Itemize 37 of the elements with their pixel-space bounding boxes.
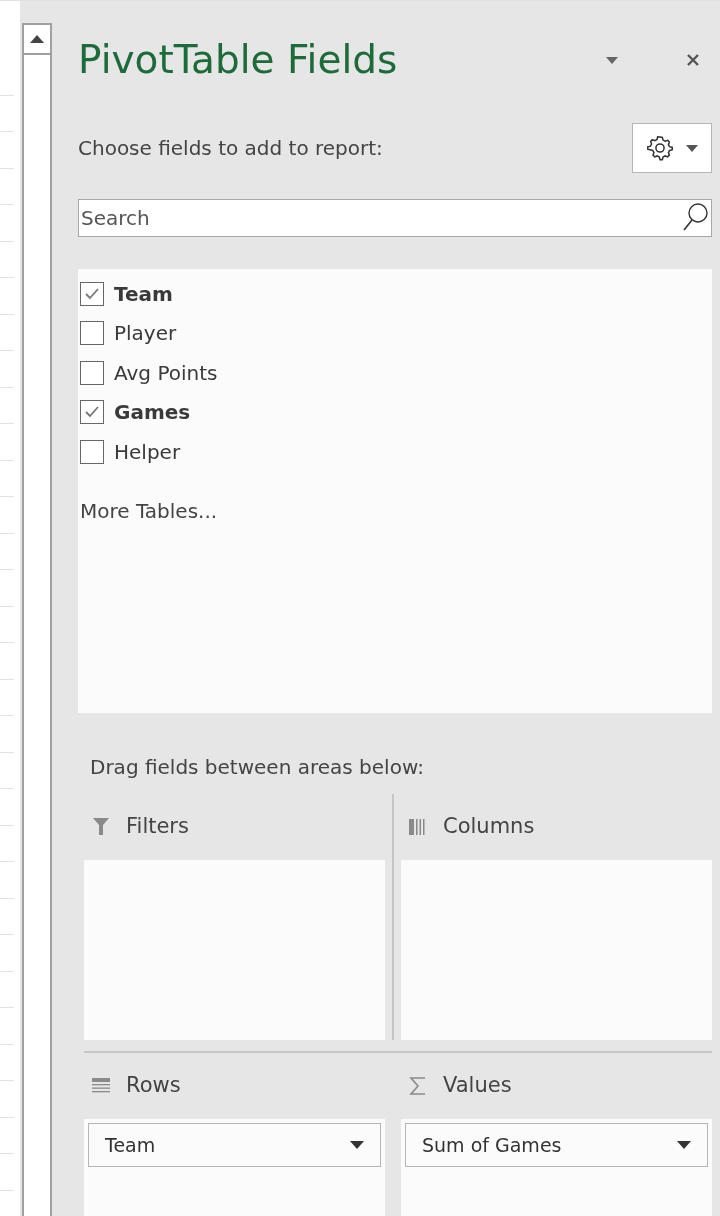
- more-tables-link[interactable]: More Tables...: [80, 495, 712, 526]
- columns-icon: [409, 818, 427, 836]
- field-checkbox[interactable]: [80, 281, 104, 306]
- area-field-dropdown[interactable]: Team: [88, 1123, 381, 1167]
- field-label: Team: [114, 280, 173, 308]
- close-icon: [686, 53, 700, 67]
- area-label: Rows: [126, 1072, 181, 1100]
- filter-icon: [92, 817, 110, 837]
- caret-icon: [686, 144, 698, 152]
- settings-button[interactable]: [632, 123, 712, 173]
- caret-icon: [606, 56, 618, 64]
- caret-icon: [350, 1141, 364, 1149]
- field-label: Avg Points: [114, 359, 218, 387]
- close-button[interactable]: [686, 53, 700, 67]
- drag-fields-label: Drag fields between areas below:: [89, 754, 425, 781]
- field-label: Helper: [114, 438, 181, 466]
- area-label: Filters: [126, 813, 189, 841]
- panel-options-button[interactable]: [606, 56, 618, 64]
- caret-icon: [677, 1141, 691, 1149]
- field-label: Player: [114, 320, 177, 348]
- search-field[interactable]: Search: [78, 199, 712, 237]
- rows-icon: [92, 1077, 110, 1095]
- area-label: Values: [443, 1072, 512, 1100]
- field-checkbox[interactable]: [80, 321, 104, 346]
- panel-title: PivotTable Fields: [78, 35, 399, 84]
- field-checkbox[interactable]: [80, 439, 104, 464]
- field-label: Games: [114, 399, 191, 427]
- checkmark-icon: [84, 405, 100, 420]
- area-field-dropdown[interactable]: Sum of Games: [405, 1123, 708, 1167]
- checkmark-icon: [84, 286, 100, 301]
- settings-icon: [646, 134, 674, 162]
- sigma-icon: [409, 1077, 427, 1095]
- up-arrow-icon: [30, 35, 44, 43]
- field-checkbox[interactable]: [80, 400, 104, 425]
- choose-fields-label: Choose fields to add to report:: [78, 135, 384, 162]
- area-label: Columns: [443, 813, 535, 841]
- field-checkbox[interactable]: [80, 360, 104, 385]
